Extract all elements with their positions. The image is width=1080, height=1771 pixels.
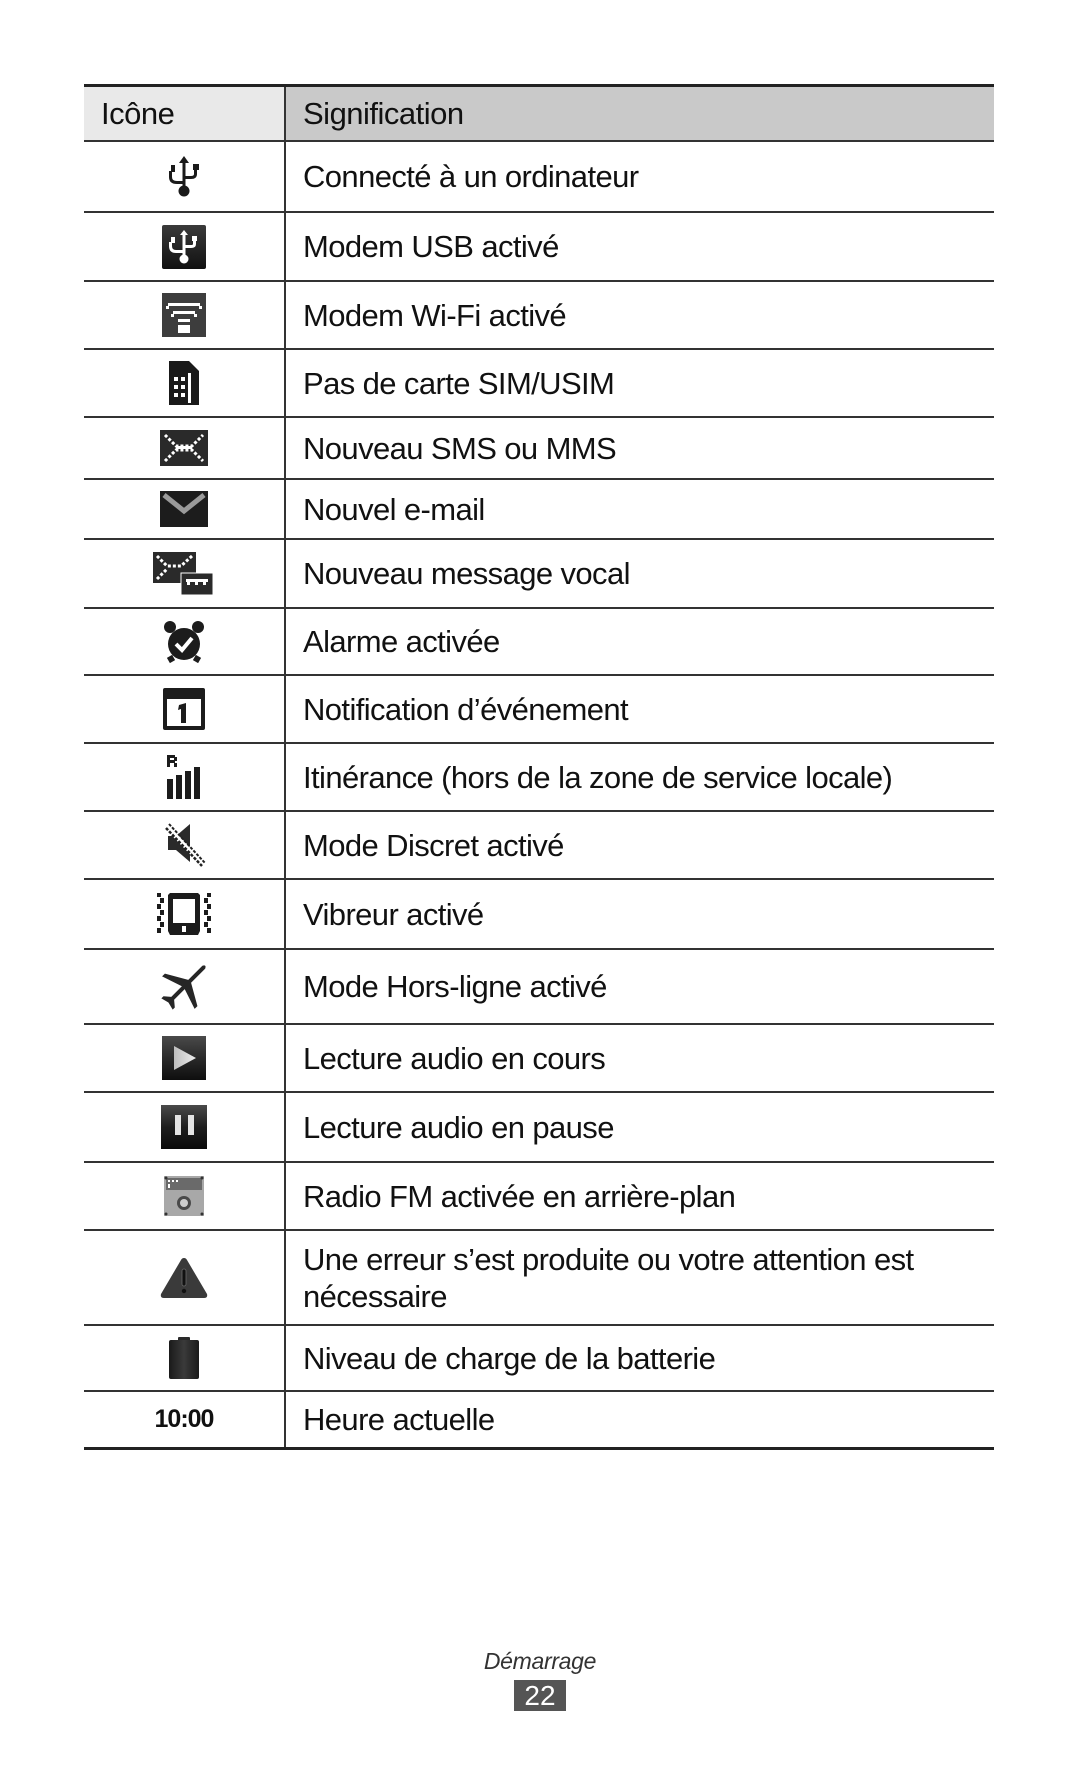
status-icon-table: Icône Signification Connecté à un ordina…	[84, 84, 994, 1450]
table-row: 10:00 Heure actuelle	[84, 1391, 994, 1448]
usb-tethering-icon	[162, 224, 206, 269]
silent-mode-icon	[162, 822, 206, 868]
table-row: Nouveau message vocal	[84, 539, 994, 608]
table-row: Niveau de charge de la batterie	[84, 1325, 994, 1391]
airplane-mode-icon	[157, 963, 211, 1011]
table-row: Nouveau SMS ou MMS	[84, 417, 994, 479]
table-row: Itinérance (hors de la zone de service l…	[84, 743, 994, 811]
vibrate-icon	[156, 891, 212, 937]
battery-icon	[167, 1336, 201, 1380]
table-row: Modem Wi-Fi activé	[84, 281, 994, 349]
row-meaning: Une erreur s’est produite ou votre atten…	[303, 1241, 914, 1314]
section-title: Démarrage	[483, 1648, 597, 1674]
table-row: Modem USB activé	[84, 212, 994, 281]
sms-mms-icon	[160, 430, 208, 466]
usb-connected-icon	[167, 155, 201, 198]
table-row: Une erreur s’est produite ou votre atten…	[84, 1230, 994, 1325]
table-row: Lecture audio en cours	[84, 1024, 994, 1092]
table-row: Pas de carte SIM/USIM	[84, 349, 994, 417]
row-meaning: Modem Wi-Fi activé	[303, 297, 567, 333]
row-meaning: Pas de carte SIM/USIM	[303, 365, 615, 401]
warning-icon	[159, 1256, 209, 1300]
row-meaning: Heure actuelle	[303, 1401, 495, 1437]
table-row: Alarme activée	[84, 608, 994, 675]
email-icon	[160, 491, 208, 527]
calendar-event-icon	[162, 687, 206, 731]
row-meaning: Nouveau message vocal	[303, 556, 630, 591]
table-row: Connecté à un ordinateur	[84, 141, 994, 212]
fm-radio-icon	[164, 1176, 204, 1216]
table-row: Lecture audio en pause	[84, 1092, 994, 1162]
row-meaning: Mode Discret activé	[303, 827, 564, 863]
pause-icon	[161, 1105, 207, 1149]
row-meaning: Radio FM activée en arrière-plan	[303, 1178, 736, 1214]
wifi-hotspot-icon	[162, 293, 206, 337]
alarm-icon	[163, 620, 205, 664]
table-row: Nouvel e-mail	[84, 479, 994, 539]
row-meaning: Modem USB activé	[303, 229, 559, 264]
column-header-icon: Icône	[84, 85, 286, 141]
roaming-icon	[165, 755, 203, 799]
table-row: Vibreur activé	[84, 879, 994, 949]
row-meaning: Lecture audio en cours	[303, 1040, 606, 1076]
row-meaning: Alarme activée	[303, 624, 500, 659]
column-header-meaning: Signification	[285, 85, 994, 141]
table-row: Notification d’événement	[84, 675, 994, 743]
row-meaning: Nouvel e-mail	[303, 491, 485, 527]
table-row: Radio FM activée en arrière-plan	[84, 1162, 994, 1230]
row-meaning: Vibreur activé	[303, 896, 484, 932]
row-meaning: Connecté à un ordinateur	[303, 159, 639, 194]
row-meaning: Nouveau SMS ou MMS	[303, 430, 617, 466]
page-number: 22	[514, 1680, 566, 1711]
voicemail-icon	[153, 551, 215, 596]
row-meaning: Notification d’événement	[303, 691, 629, 727]
page-footer: Démarrage 22	[0, 1648, 1080, 1711]
play-icon	[162, 1036, 206, 1080]
row-meaning: Mode Hors-ligne activé	[303, 969, 607, 1004]
row-meaning: Lecture audio en pause	[303, 1109, 614, 1145]
table-row: Mode Hors-ligne activé	[84, 949, 994, 1024]
no-sim-icon	[167, 361, 201, 405]
row-meaning: Itinérance (hors de la zone de service l…	[303, 759, 893, 795]
row-meaning: Niveau de charge de la batterie	[303, 1340, 716, 1376]
table-row: Mode Discret activé	[84, 811, 994, 879]
table-header-row: Icône Signification	[84, 85, 994, 141]
time-display-icon: 10:00	[154, 1404, 215, 1433]
